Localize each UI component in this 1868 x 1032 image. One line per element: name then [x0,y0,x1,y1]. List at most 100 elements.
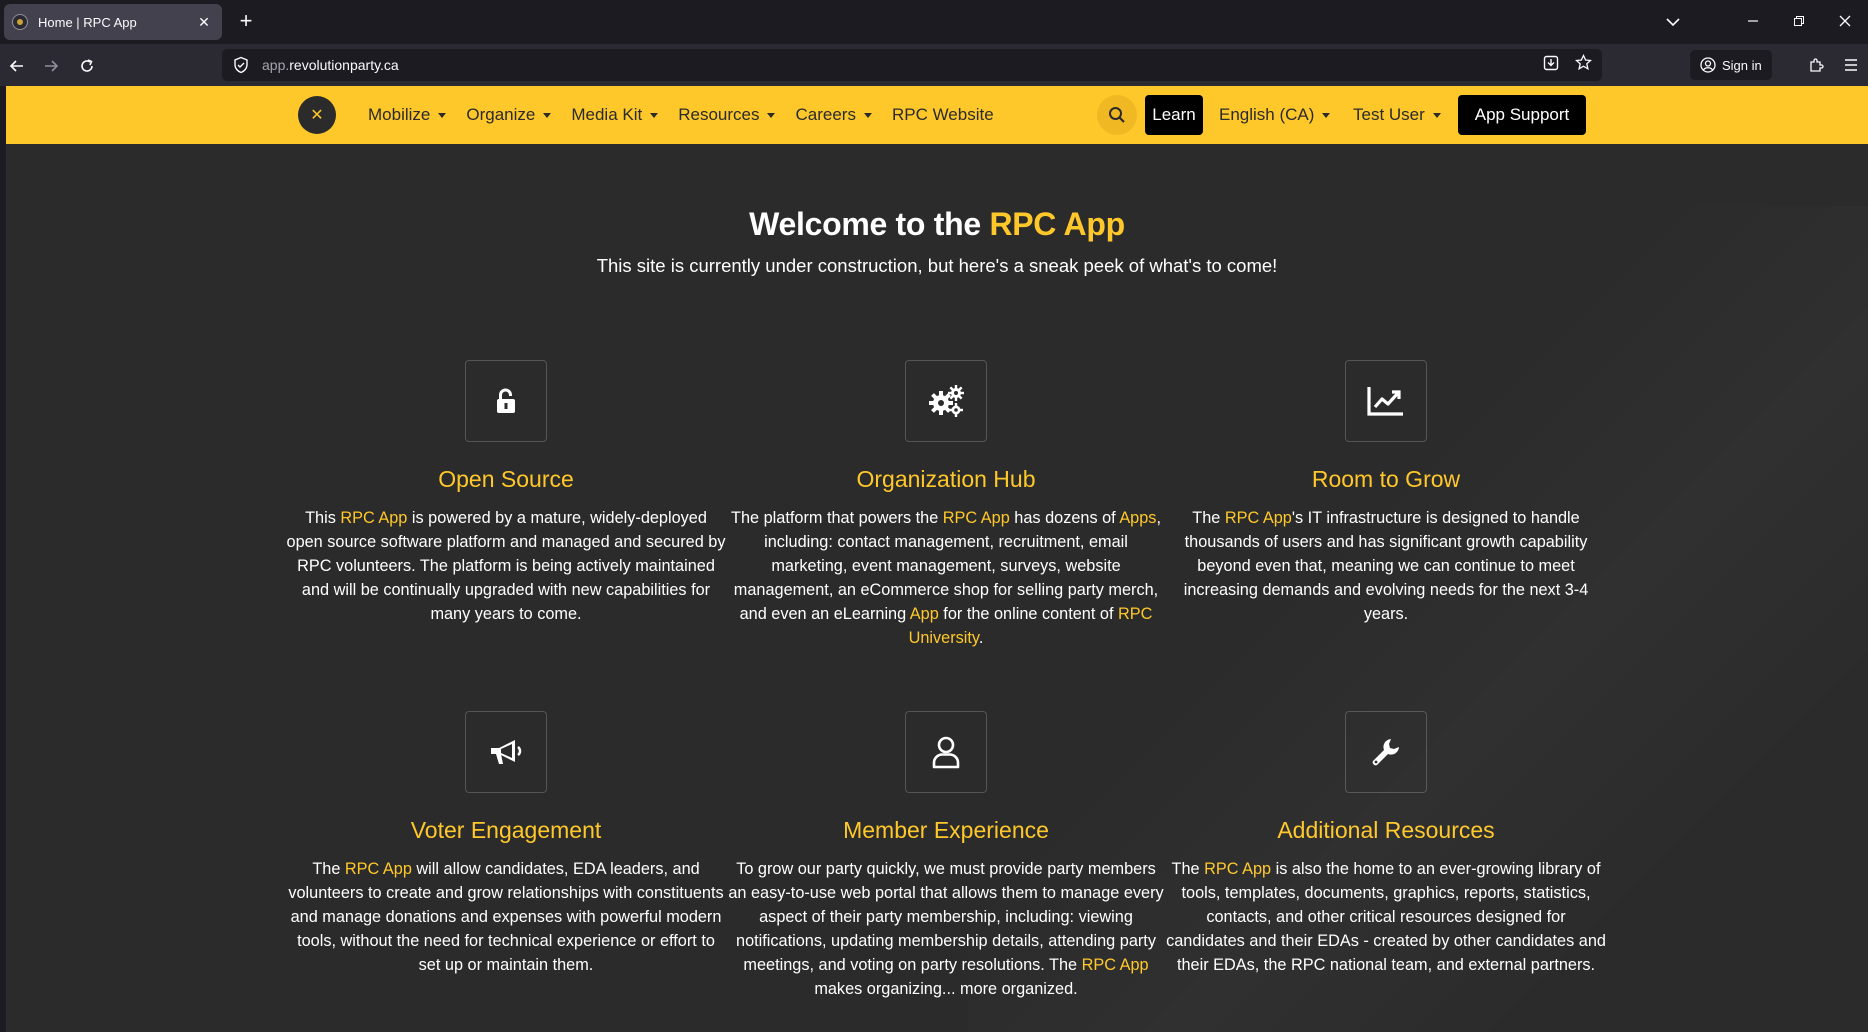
card-text-segment: The platform that powers the [731,509,943,527]
caret-down-icon [438,112,447,118]
feature-card-room-to-grow: Room to Grow The RPC App's IT infrastruc… [1166,360,1606,660]
card-icon-box [465,711,547,793]
tracking-protection-shield-icon[interactable] [232,56,250,74]
page-title: Welcome to the RPC App [6,206,1868,243]
caret-down-icon [1322,112,1331,118]
caret-down-icon [863,112,872,118]
card-icon-box [1345,711,1427,793]
card-title: Voter Engagement [410,817,602,843]
card-text-segment: This [305,509,341,527]
url-subdomain: app. [262,57,290,73]
card-title: Additional Resources [1277,817,1495,843]
menu-item-organize[interactable]: Organize [466,105,552,125]
forward-arrow-icon[interactable] [37,52,65,80]
chart-line-icon [1367,387,1403,416]
card-text: The RPC App's IT infrastructure is desig… [1166,506,1606,626]
caret-down-icon [767,112,776,118]
menu-item-media-kit[interactable]: Media Kit [571,105,659,125]
browser-tab-active[interactable]: Home | RPC App ✕ [4,4,222,40]
feature-card-open-source: Open Source This RPC App is powered by a… [286,360,726,660]
browser-tab-bar: Home | RPC App ✕ + [0,0,1868,44]
card-text: This RPC App is powered by a mature, wid… [286,506,726,626]
menu-item-label: Resources [678,105,760,124]
search-icon [1109,107,1125,123]
site-header-bar: ✕ Mobilize Organize Media Kit Resources … [6,86,1868,144]
rpc-app-link[interactable]: App [910,605,939,623]
app-support-button[interactable]: App Support [1458,95,1586,135]
rpc-app-link[interactable]: RPC App [1225,509,1292,527]
rpc-app-link[interactable]: RPC App [345,860,412,878]
unlock-icon [497,388,515,413]
language-dropdown[interactable]: English (CA) [1219,86,1331,144]
browser-nav-bar: app.revolutionparty.ca Sign in [0,44,1868,86]
main-menu: Mobilize Organize Media Kit Resources Ca… [368,86,1014,144]
url-text: app.revolutionparty.ca [262,57,1543,73]
menu-item-rpc-website[interactable]: RPC Website [892,105,994,125]
menu-item-careers[interactable]: Careers [795,105,872,125]
feature-card-voter-engagement: Voter Engagement The RPC App will allow … [286,711,726,1032]
user-name: Test User [1353,105,1425,124]
restore-icon[interactable] [1776,14,1822,31]
sign-in-label: Sign in [1722,57,1762,73]
reload-icon[interactable] [73,52,101,80]
card-text-segment: makes organizing... more organized. [814,980,1078,998]
site-search-button[interactable] [1097,95,1137,135]
feature-card-additional-resources: Additional Resources The RPC App is also… [1166,711,1606,1032]
url-bar[interactable]: app.revolutionparty.ca [222,49,1602,81]
rpc-app-link[interactable]: Apps [1119,509,1156,527]
title-accent: RPC App [989,206,1125,242]
new-tab-button[interactable]: + [234,10,258,34]
language-label: English (CA) [1219,105,1315,124]
card-text-segment: The [1171,860,1205,878]
wrench-icon [1372,739,1399,766]
gears-icon [929,385,964,417]
caret-down-icon [1432,112,1441,118]
extensions-puzzle-icon[interactable] [1803,52,1829,78]
menu-item-mobilize[interactable]: Mobilize [368,105,447,125]
page-subtitle: This site is currently under constructio… [596,255,1278,276]
menu-item-label: Careers [795,105,856,124]
save-to-pocket-icon[interactable] [1543,55,1559,76]
menu-item-resources[interactable]: Resources [678,105,776,125]
minimize-icon[interactable] [1730,14,1776,31]
card-text: To grow our party quickly, we must provi… [726,857,1166,1001]
tab-close-icon[interactable]: ✕ [194,12,214,32]
bookmark-star-icon[interactable] [1574,53,1593,76]
hamburger-menu-icon[interactable] [1838,52,1864,78]
rpc-app-link[interactable]: RPC App [943,509,1010,527]
card-text: The RPC App will allow candidates, EDA l… [286,857,726,977]
card-title: Organization Hub [856,466,1036,492]
card-text-segment: . [978,629,984,647]
menu-item-label: Mobilize [368,105,431,124]
sign-in-button[interactable]: Sign in [1690,50,1772,80]
url-domain: revolutionparty.ca [289,57,399,73]
back-arrow-icon[interactable] [3,52,31,80]
feature-card-organization-hub: Organization Hub The platform that power… [726,360,1166,660]
rpc-app-link[interactable]: RPC App [1082,956,1149,974]
close-window-icon[interactable] [1822,14,1868,31]
card-icon-box [905,711,987,793]
feature-card-member-experience: Member Experience To grow our party quic… [726,711,1166,1032]
window-controls [1650,0,1868,44]
site-favicon-icon [12,14,28,30]
card-text-segment: The [1192,509,1225,527]
learn-button[interactable]: Learn [1145,95,1203,135]
card-text-segment: has dozens of [1009,509,1120,527]
user-icon [932,736,960,769]
card-title: Member Experience [843,817,1049,843]
card-icon-box [465,360,547,442]
rpc-app-link[interactable]: RPC App [340,509,407,527]
menu-item-label: Organize [466,105,536,124]
megaphone-icon [491,740,522,764]
card-icon-box [1345,360,1427,442]
list-all-tabs-icon[interactable] [1650,14,1696,31]
user-dropdown[interactable]: Test User [1353,86,1441,144]
close-menu-button[interactable]: ✕ [298,96,336,134]
tab-title: Home | RPC App [38,14,137,30]
rpc-app-link[interactable]: RPC App [1204,860,1271,878]
card-title: Open Source [438,466,574,492]
card-text: The RPC App is also the home to an ever-… [1166,857,1606,977]
menu-item-label: Media Kit [571,105,643,124]
title-prefix: Welcome to the [749,206,990,242]
website-viewport: ✕ Mobilize Organize Media Kit Resources … [6,86,1868,1032]
